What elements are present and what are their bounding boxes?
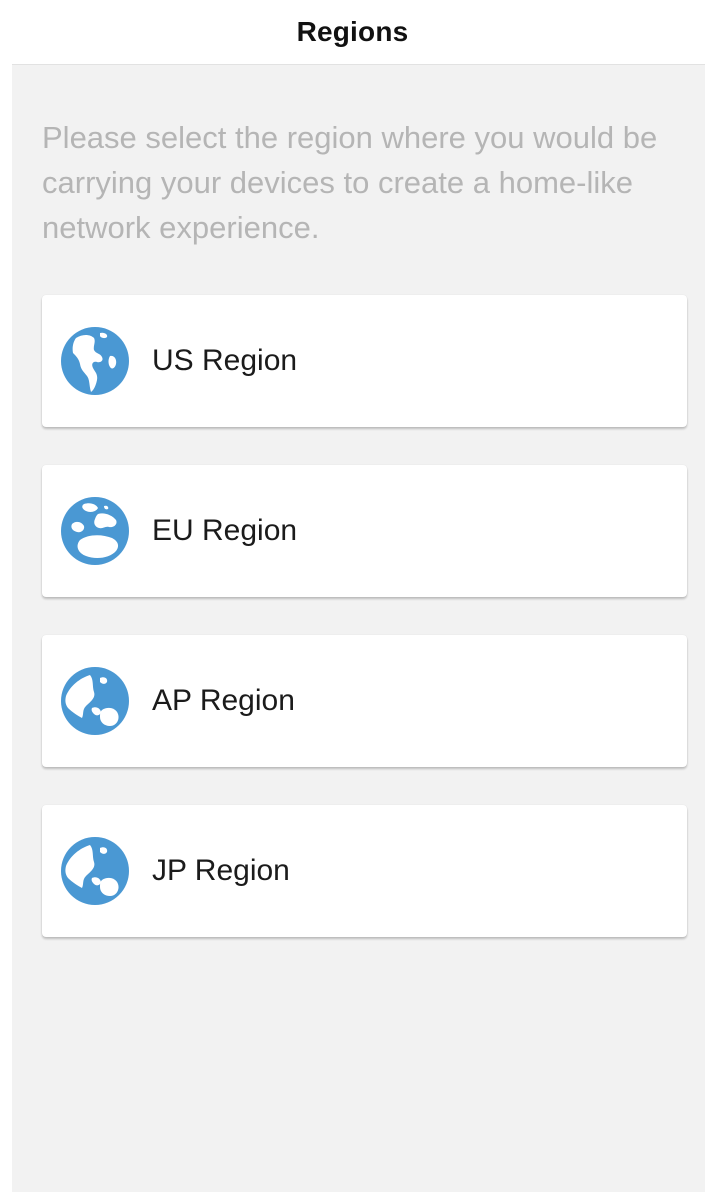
- region-label: EU Region: [152, 514, 298, 547]
- navigation-bar: Regions: [0, 0, 705, 64]
- region-label: US Region: [152, 344, 298, 377]
- page-title: Regions: [296, 16, 409, 47]
- globe-europe-icon: [60, 496, 130, 566]
- region-option-us[interactable]: US Region: [42, 295, 687, 427]
- region-description: Please select the region where you would…: [42, 120, 658, 245]
- region-option-eu[interactable]: EU Region: [42, 465, 687, 597]
- region-label: AP Region: [152, 684, 295, 717]
- region-label: JP Region: [152, 854, 290, 887]
- region-option-ap[interactable]: AP Region: [42, 635, 687, 767]
- globe-americas-icon: [60, 326, 130, 396]
- globe-asia-pacific-icon: [60, 836, 130, 906]
- regions-screen: Regions Please select the region where y…: [0, 0, 705, 1192]
- region-option-jp[interactable]: JP Region: [42, 805, 687, 937]
- region-list: US Region EU Region AP Region JP Region: [42, 295, 687, 975]
- globe-asia-pacific-icon: [60, 666, 130, 736]
- content-area: Please select the region where you would…: [12, 64, 705, 1192]
